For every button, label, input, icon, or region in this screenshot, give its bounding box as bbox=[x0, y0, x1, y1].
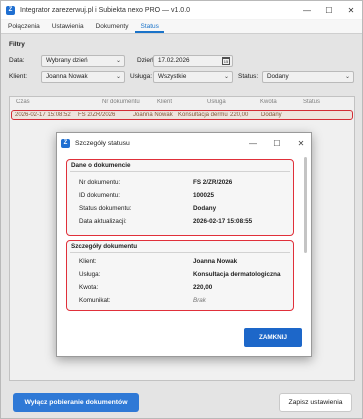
maximize-button[interactable]: ☐ bbox=[318, 1, 340, 19]
dialog-title-bar[interactable]: Z Szczegóły statusu — ☐ ✕ bbox=[57, 133, 311, 153]
field-value-message: Brak bbox=[193, 297, 206, 304]
field-label: ID dokumentu: bbox=[79, 192, 120, 199]
minimize-button[interactable]: — bbox=[296, 1, 318, 19]
field-value-update-date: 2026-02-17 15:08:55 bbox=[193, 218, 253, 225]
field-label: Kwota: bbox=[79, 284, 99, 291]
field-value-doc-number: FS 2/ZR/2026 bbox=[193, 179, 233, 186]
document-details-section: Szczegóły dokumentu Klient: Joanna Nowak… bbox=[66, 240, 294, 311]
dialog-close-icon[interactable]: ✕ bbox=[290, 133, 312, 153]
dialog-maximize-button[interactable]: ☐ bbox=[266, 133, 288, 153]
tab-settings[interactable]: Ustawienia bbox=[47, 23, 89, 33]
field-label: Usługa: bbox=[79, 271, 101, 278]
field-label: Data aktualizacji: bbox=[79, 218, 127, 225]
dialog-scrollbar[interactable] bbox=[303, 157, 308, 297]
field-label: Komunikat: bbox=[79, 297, 111, 304]
status-details-dialog: Z Szczegóły statusu — ☐ ✕ Dane o dokumen… bbox=[56, 132, 312, 357]
dialog-minimize-button[interactable]: — bbox=[242, 133, 264, 153]
close-dialog-button[interactable]: ZAMKNIJ bbox=[244, 328, 302, 347]
field-value-doc-status: Dodany bbox=[193, 205, 217, 212]
app-logo-icon: Z bbox=[61, 138, 70, 148]
window-title: Integrator zarezerwuj.pl i Subiekta nexo… bbox=[20, 6, 191, 14]
tab-bar: Połączenia Ustawienia Dokumenty Status bbox=[1, 20, 362, 34]
document-data-section: Dane o dokumencie Nr dokumentu: FS 2/ZR/… bbox=[66, 159, 294, 236]
disable-download-button[interactable]: Wyłącz pobieranie dokumentów bbox=[13, 393, 139, 412]
field-value-service: Konsultacja dermatologiczna bbox=[193, 271, 281, 278]
scrollbar-thumb[interactable] bbox=[304, 157, 307, 253]
field-value-amount: 220,00 bbox=[193, 284, 213, 291]
window-controls: — ☐ ✕ bbox=[296, 1, 362, 19]
details-section-title: Szczegóły dokumentu bbox=[71, 243, 138, 250]
tab-documents[interactable]: Dokumenty bbox=[91, 23, 134, 33]
close-button[interactable]: ✕ bbox=[340, 1, 362, 19]
tab-status[interactable]: Status bbox=[135, 23, 164, 33]
field-label: Status dokumentu: bbox=[79, 205, 132, 212]
section-divider bbox=[70, 171, 290, 172]
dialog-title: Szczegóły statusu bbox=[75, 139, 130, 147]
tab-connections[interactable]: Połączenia bbox=[3, 23, 45, 33]
app-window: Z Integrator zarezerwuj.pl i Subiekta ne… bbox=[0, 0, 363, 419]
save-settings-button[interactable]: Zapisz ustawienia bbox=[279, 393, 352, 412]
field-label: Nr dokumentu: bbox=[79, 179, 121, 186]
field-value-doc-id: 100025 bbox=[193, 192, 215, 199]
field-value-client: Joanna Nowak bbox=[193, 258, 238, 265]
app-logo-icon: Z bbox=[6, 5, 15, 15]
document-section-title: Dane o dokumencie bbox=[71, 162, 131, 169]
section-divider bbox=[70, 252, 290, 253]
field-label: Klient: bbox=[79, 258, 97, 265]
title-bar[interactable]: Z Integrator zarezerwuj.pl i Subiekta ne… bbox=[1, 1, 362, 19]
